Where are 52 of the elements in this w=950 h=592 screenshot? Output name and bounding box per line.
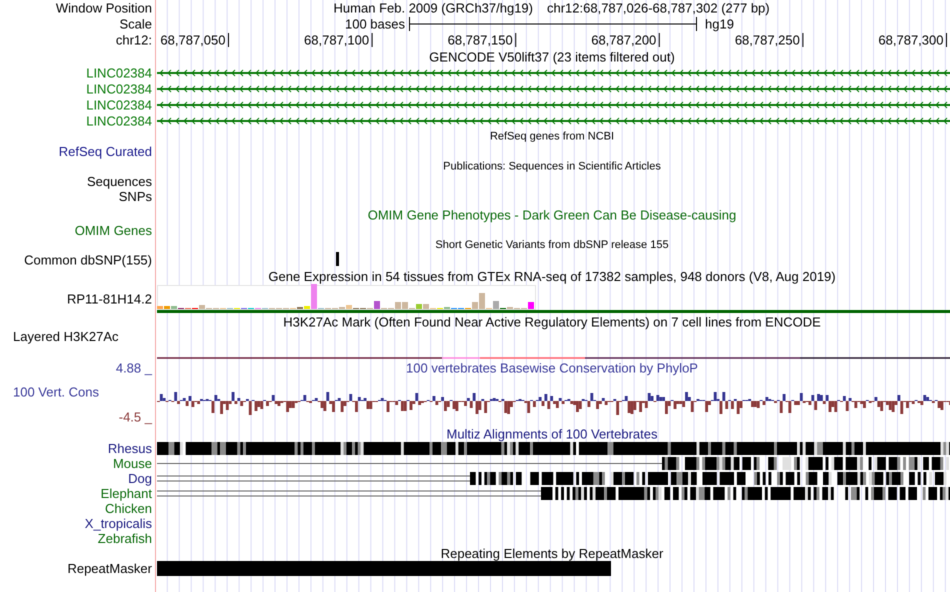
- position-label: 68,787,050: [160, 32, 226, 48]
- track-label: LINC02384: [86, 66, 152, 80]
- track-title: GENCODE V50lift37 (23 items filtered out): [429, 50, 675, 64]
- track-label: 100 Vert. Cons: [13, 384, 99, 400]
- position-label: 68,787,200: [591, 32, 656, 48]
- track-label: Mouse: [112, 456, 152, 471]
- row-label: Window Position: [56, 0, 152, 16]
- track-title: Publications: Sequences in Scientific Articles: [443, 160, 661, 172]
- snp-mark: [336, 252, 339, 266]
- track-label: Zebrafish: [98, 531, 152, 546]
- track-title: OMIM Gene Phenotypes - Dark Green Can Be Disease-causing: [368, 208, 736, 222]
- track-title: Repeating Elements by RepeatMasker: [440, 546, 664, 561]
- track-label: X_tropicalis: [84, 516, 152, 531]
- track-label: RefSeq Curated: [58, 144, 152, 159]
- position-label: 68,787,150: [448, 32, 513, 48]
- track-title: 100 vertebrates Basewise Conservation by PhyloP: [406, 360, 698, 376]
- track-label: RP11-81H14.2: [66, 292, 152, 306]
- tick-mark: [946, 32, 947, 48]
- track-label: OMIM Genes: [74, 223, 152, 238]
- tick-mark: [802, 32, 804, 48]
- track-label: Dog: [128, 471, 152, 486]
- track-title: Gene Expression in 54 tissues from GTEx RNA-seq of 17382 samples, 948 donors (V8, Aug 2019): [268, 269, 836, 284]
- row-label: Scale: [119, 16, 152, 32]
- axis-label: -4.5 _: [118, 410, 152, 424]
- position-text: chr12:68,787,026-68,787,302 (277 bp): [547, 0, 770, 16]
- track-label: Rhesus: [108, 441, 152, 456]
- track-label: LINC02384: [86, 114, 152, 128]
- track-title: Short Genetic Variants from dbSNP release 155: [435, 239, 669, 251]
- track-label: Elephant: [100, 486, 152, 501]
- track-title: H3K27Ac Mark (Often Found Near Active Regulatory Elements) on 7 cell lines from ENCODE: [283, 314, 821, 330]
- track-label: Common dbSNP(155): [24, 252, 152, 268]
- track-label: Chicken: [105, 501, 152, 516]
- tick-mark: [515, 32, 516, 48]
- track-label: LINC02384: [86, 98, 152, 112]
- track-label: SNPs: [118, 189, 152, 204]
- position-label: 68,787,100: [304, 32, 370, 48]
- tick-mark: [228, 32, 229, 48]
- tick-mark: [372, 32, 373, 48]
- position-label: 68,787,250: [734, 32, 800, 48]
- track-label: RepeatMasker: [67, 561, 152, 576]
- track-title: Multiz Alignments of 100 Vertebrates: [446, 426, 658, 442]
- scale-length: 100 bases: [345, 16, 405, 32]
- track-title: RefSeq genes from NCBI: [490, 130, 614, 142]
- tick-mark: [658, 32, 660, 48]
- track-label: Sequences: [86, 174, 152, 189]
- assembly-name: hg19: [705, 16, 734, 32]
- track-label: LINC02384: [86, 82, 152, 96]
- position-label: 68,787,300: [878, 32, 944, 48]
- track-label: Layered H3K27Ac: [13, 329, 119, 344]
- axis-label: 4.88 _: [116, 360, 152, 376]
- row-label: chr12:: [116, 32, 152, 48]
- assembly-title: Human Feb. 2009 (GRCh37/hg19): [334, 0, 533, 16]
